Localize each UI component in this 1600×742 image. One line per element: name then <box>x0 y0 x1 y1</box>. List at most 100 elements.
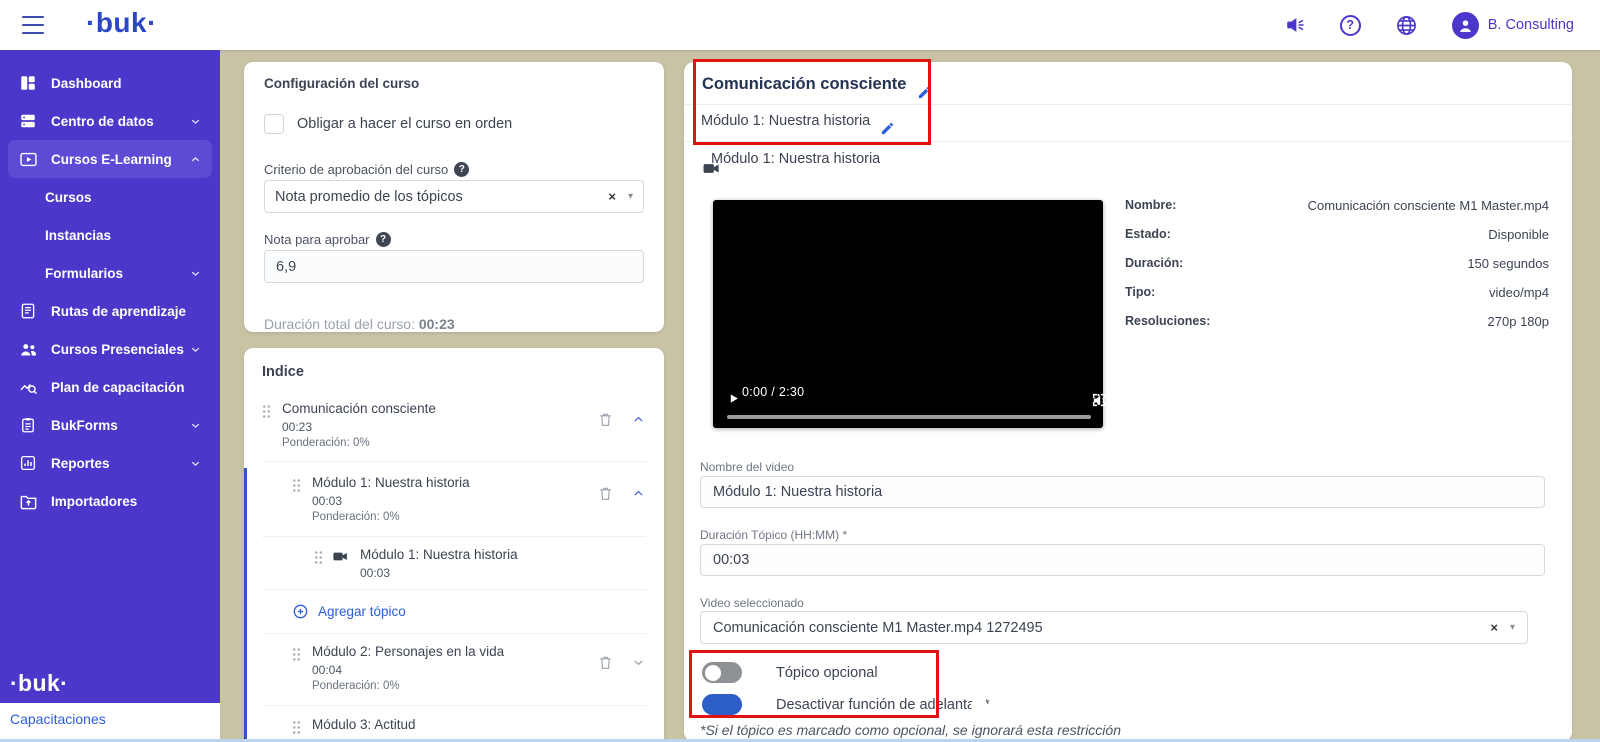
sidebar-item-instancias[interactable]: Instancias <box>8 216 212 254</box>
optional-topic-label: Tópico opcional <box>776 665 878 681</box>
buk-footer-logo: ·buk· <box>10 670 68 697</box>
user-name: B. Consulting <box>1488 17 1574 33</box>
meta-row-nombre: Nombre: Comunicación consciente M1 Maste… <box>1125 198 1549 213</box>
divider <box>262 633 646 634</box>
video-camera-icon <box>332 548 349 565</box>
clear-selection-icon[interactable]: × <box>608 189 616 204</box>
selected-video-select[interactable]: Comunicación consciente M1 Master.mp4 12… <box>700 611 1528 644</box>
sidebar-item-label: Cursos <box>45 190 92 205</box>
user-menu[interactable]: B. Consulting <box>1452 12 1574 39</box>
index-topic-row[interactable]: Módulo 1: Nuestra historia 00:03 <box>262 547 646 580</box>
course-title: Comunicación consciente <box>282 401 436 416</box>
meta-row-resoluciones: Resoluciones: 270p 180p <box>1125 314 1549 329</box>
sidebar-item-label: Cursos Presenciales <box>51 342 184 357</box>
sidebar-item-dashboard[interactable]: Dashboard <box>8 64 212 102</box>
order-checkbox[interactable] <box>264 114 284 134</box>
drag-handle-icon[interactable] <box>292 647 301 662</box>
buk-logo[interactable]: ·buk· <box>86 7 157 39</box>
video-time: 0:00 / 2:30 <box>742 385 804 399</box>
module-title: Módulo 1: Nuestra historia <box>312 475 470 490</box>
delete-trash-icon[interactable] <box>597 654 614 671</box>
sidebar-item-plan-de-capacitacion[interactable]: Plan de capacitación <box>8 368 212 406</box>
chevron-down-icon <box>189 457 202 470</box>
select-caret-icon[interactable]: ▾ <box>1510 622 1515 633</box>
collapse-chevron-up-icon[interactable] <box>631 412 646 427</box>
drag-handle-icon[interactable] <box>292 720 301 735</box>
index-module3-row[interactable]: Módulo 3: Actitud <box>262 717 646 735</box>
selected-video-value: Comunicación consciente M1 Master.mp4 12… <box>713 620 1043 636</box>
order-checkbox-row: Obligar a hacer el curso en orden <box>264 114 512 134</box>
topic-duration-label: Duración Tópico (HH:MM) * <box>700 528 847 542</box>
approval-criteria-value: Nota promedio de los tópicos <box>275 189 463 205</box>
sidebar-item-cursos-presenciales[interactable]: Cursos Presenciales <box>8 330 212 368</box>
course-index-card: Indice Comunicación consciente 00:23 Pon… <box>244 348 664 742</box>
sidebar-item-label: Plan de capacitación <box>51 380 185 395</box>
video-name-input[interactable] <box>700 476 1545 508</box>
topic-duration-input[interactable] <box>700 544 1545 576</box>
meta-row-duracion: Duración: 150 segundos <box>1125 256 1549 271</box>
video-metadata: Nombre: Comunicación consciente M1 Maste… <box>1125 198 1549 343</box>
total-duration-value: 00:23 <box>419 316 455 332</box>
drag-handle-icon[interactable] <box>314 550 323 565</box>
sidebar-item-reportes[interactable]: Reportes <box>8 444 212 482</box>
sidebar-item-bukforms[interactable]: BukForms <box>8 406 212 444</box>
sidebar-item-importadores[interactable]: Importadores <box>8 482 212 520</box>
module-time: 00:03 <box>312 494 470 508</box>
course-config-card: Configuración del curso Obligar a hacer … <box>244 62 664 332</box>
optional-topic-toggle[interactable] <box>702 662 742 683</box>
sidebar-item-rutas-de-aprendizaje[interactable]: Rutas de aprendizaje <box>8 292 212 330</box>
drag-handle-icon[interactable] <box>292 478 301 493</box>
approval-criteria-select[interactable]: Nota promedio de los tópicos × ▾ <box>264 180 644 213</box>
capacitaciones-link[interactable]: Capacitaciones <box>10 711 106 727</box>
sidebar-item-formularios[interactable]: Formularios <box>8 254 212 292</box>
sidebar-item-label: Reportes <box>51 456 110 471</box>
sidebar-nav: Dashboard Centro de datos Cursos E-Learn… <box>0 50 220 703</box>
topbar-actions: ? B. Consulting <box>1284 0 1574 50</box>
meta-row-estado: Estado: Disponible <box>1125 227 1549 242</box>
topic-title: Módulo 1: Nuestra historia <box>360 547 518 562</box>
circle-plus-icon <box>292 603 309 620</box>
index-module1-row[interactable]: Módulo 1: Nuestra historia 00:03 Pondera… <box>262 475 646 523</box>
topic-time: 00:03 <box>360 566 518 580</box>
sidebar-item-cursos[interactable]: Cursos <box>8 178 212 216</box>
delete-trash-icon[interactable] <box>597 485 614 502</box>
delete-trash-icon[interactable] <box>597 411 614 428</box>
module-title: Módulo 2: Personajes en la vida <box>312 644 504 659</box>
data-center-icon <box>18 111 38 131</box>
elearning-icon <box>18 149 38 169</box>
topic-detail-card: Comunicación consciente Módulo 1: Nuestr… <box>684 62 1572 742</box>
video-player[interactable]: 0:00 / 2:30 <box>713 200 1103 428</box>
clipboard-icon <box>18 415 38 435</box>
sidebar-item-label: Centro de datos <box>51 114 154 129</box>
select-caret-icon[interactable]: ▾ <box>628 191 633 202</box>
clear-selection-icon[interactable]: × <box>1490 620 1498 635</box>
passing-grade-input[interactable] <box>264 250 644 283</box>
module-time: 00:04 <box>312 663 504 677</box>
language-globe-icon[interactable] <box>1395 14 1418 37</box>
index-module2-row[interactable]: Módulo 2: Personajes en la vida 00:04 Po… <box>262 644 646 692</box>
module-weight: Ponderación: 0% <box>312 680 504 692</box>
course-time: 00:23 <box>282 420 436 434</box>
hamburger-menu-icon[interactable] <box>22 16 44 34</box>
announcements-megaphone-icon[interactable] <box>1284 14 1306 36</box>
sidebar-item-cursos-elearning[interactable]: Cursos E-Learning <box>8 140 212 178</box>
restriction-footnote: *Si el tópico es marcado como opcional, … <box>700 722 1121 738</box>
help-icon[interactable]: ? <box>1340 15 1361 36</box>
video-progress-bar[interactable] <box>727 415 1091 420</box>
collapse-chevron-up-icon[interactable] <box>631 486 646 501</box>
sidebar-item-label: Formularios <box>45 266 123 281</box>
index-course-row[interactable]: Comunicación consciente 00:23 Ponderació… <box>262 401 646 449</box>
add-topic-button[interactable]: Agregar tópico <box>262 603 646 620</box>
sidebar-item-centro-de-datos[interactable]: Centro de datos <box>8 102 212 140</box>
drag-handle-icon[interactable] <box>262 404 271 419</box>
importers-folder-icon <box>18 491 38 511</box>
sidebar-footer: Capacitaciones <box>0 703 220 742</box>
chevron-up-icon <box>189 153 202 166</box>
help-tooltip-icon[interactable]: ? <box>454 162 469 177</box>
sidebar-item-label: Importadores <box>51 494 137 509</box>
help-tooltip-icon[interactable]: ? <box>376 232 391 247</box>
disable-skip-toggle[interactable] <box>702 694 742 715</box>
annotation-box-titles <box>693 59 931 145</box>
expand-chevron-down-icon[interactable] <box>631 655 646 670</box>
sidebar-item-label: BukForms <box>51 418 118 433</box>
